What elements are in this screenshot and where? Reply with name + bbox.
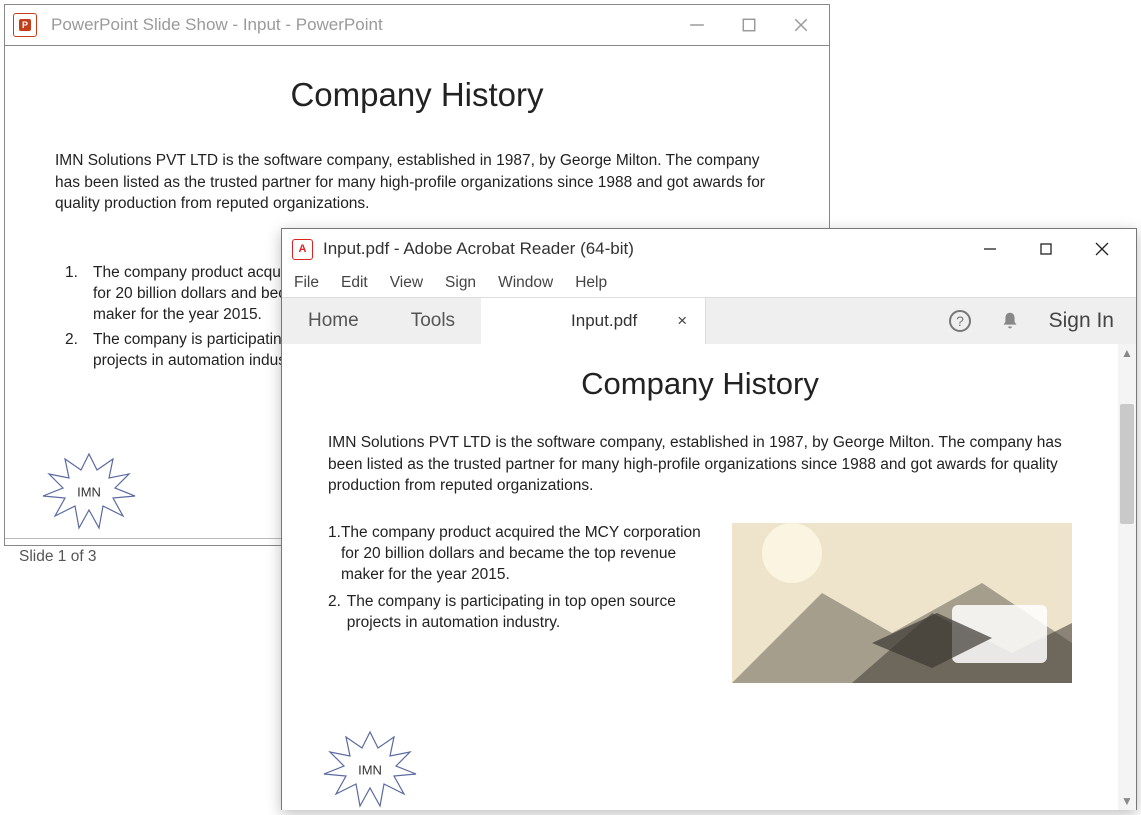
tools-button[interactable]: Tools — [385, 298, 481, 344]
acrobat-window-title: Input.pdf - Adobe Acrobat Reader (64-bit… — [323, 239, 962, 259]
scroll-up-arrow-icon[interactable]: ▲ — [1118, 346, 1136, 360]
notifications-icon[interactable] — [985, 298, 1035, 344]
close-button[interactable] — [1074, 230, 1130, 268]
page-image-placeholder — [732, 523, 1072, 683]
pdf-page-view[interactable]: Company History IMN Solutions PVT LTD is… — [282, 344, 1118, 810]
vertical-scrollbar[interactable]: ▲ ▼ — [1118, 344, 1136, 810]
slide-heading: Company History — [55, 76, 779, 114]
scroll-thumb[interactable] — [1120, 404, 1134, 524]
minimize-button[interactable] — [962, 230, 1018, 268]
page-list: 1. The company product acquired the MCY … — [328, 523, 714, 683]
document-tab[interactable]: Input.pdf × — [481, 298, 706, 344]
maximize-button[interactable] — [741, 17, 757, 33]
tab-close-icon[interactable]: × — [677, 311, 687, 331]
menu-window[interactable]: Window — [498, 274, 553, 292]
acrobat-titlebar[interactable]: A Input.pdf - Adobe Acrobat Reader (64-b… — [282, 229, 1136, 269]
menu-help[interactable]: Help — [575, 274, 607, 292]
slide-counter: Slide 1 of 3 — [19, 548, 97, 566]
help-icon[interactable]: ? — [935, 298, 985, 344]
document-tab-label: Input.pdf — [571, 311, 637, 331]
menu-edit[interactable]: Edit — [341, 274, 368, 292]
imn-logo-starburst: IMN — [41, 452, 137, 530]
powerpoint-titlebar[interactable]: P PowerPoint Slide Show - Input - PowerP… — [5, 5, 829, 45]
home-button[interactable]: Home — [282, 298, 385, 344]
acrobat-menubar: File Edit View Sign Window Help — [282, 269, 1136, 297]
minimize-button[interactable] — [689, 17, 705, 33]
acrobat-window: A Input.pdf - Adobe Acrobat Reader (64-b… — [281, 228, 1137, 810]
powerpoint-app-icon: P — [13, 13, 37, 37]
imn-logo-starburst: IMN — [322, 730, 418, 808]
page-heading: Company History — [328, 366, 1072, 402]
acrobat-app-icon: A — [292, 239, 313, 260]
close-button[interactable] — [793, 17, 809, 33]
powerpoint-window-title: PowerPoint Slide Show - Input - PowerPoi… — [51, 15, 689, 35]
maximize-button[interactable] — [1018, 230, 1074, 268]
svg-text:?: ? — [956, 313, 964, 329]
svg-text:IMN: IMN — [77, 484, 101, 499]
menu-file[interactable]: File — [294, 274, 319, 292]
svg-text:IMN: IMN — [358, 762, 382, 777]
scroll-down-arrow-icon[interactable]: ▼ — [1118, 794, 1136, 808]
menu-view[interactable]: View — [390, 274, 423, 292]
list-item: 2. The company is participating in top o… — [328, 592, 714, 634]
slide-intro-text: IMN Solutions PVT LTD is the software co… — [55, 150, 779, 215]
acrobat-toolbar: Home Tools Input.pdf × ? Sign In — [282, 297, 1136, 344]
page-intro-text: IMN Solutions PVT LTD is the software co… — [328, 432, 1072, 497]
menu-sign[interactable]: Sign — [445, 274, 476, 292]
sign-in-button[interactable]: Sign In — [1035, 298, 1136, 344]
list-item: 1. The company product acquired the MCY … — [328, 523, 714, 586]
